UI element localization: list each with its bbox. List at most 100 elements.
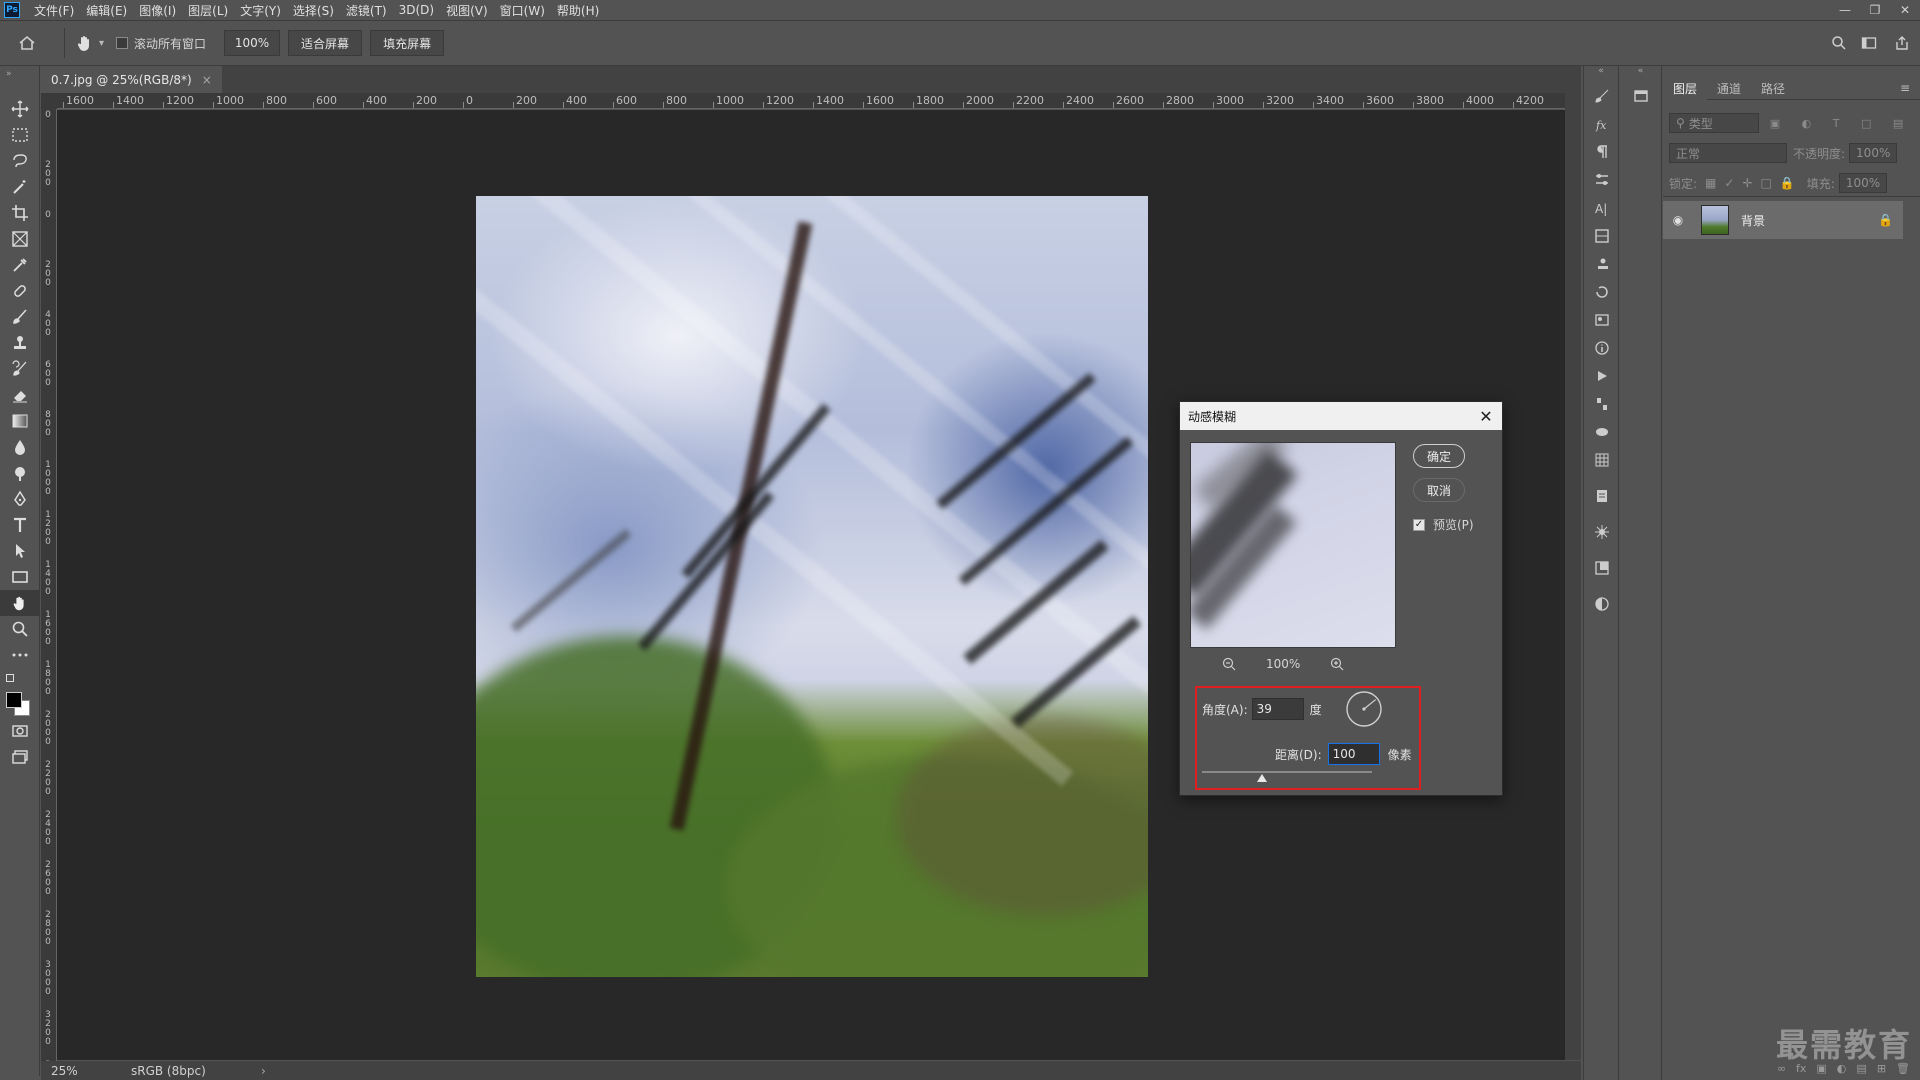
styles-fx-icon[interactable]: fx bbox=[1584, 110, 1620, 138]
opacity-field[interactable]: 100% bbox=[1849, 143, 1898, 163]
filter-preview[interactable] bbox=[1190, 442, 1396, 648]
preview-checkbox-row[interactable]: ✓ 预览(P) bbox=[1413, 516, 1474, 533]
properties-icon[interactable] bbox=[1584, 306, 1620, 334]
vertical-scrollbar[interactable] bbox=[1565, 93, 1581, 1060]
dodge-tool-icon[interactable] bbox=[0, 460, 40, 486]
share-icon[interactable] bbox=[1884, 35, 1920, 51]
menu-select[interactable]: 选择(S) bbox=[293, 2, 334, 19]
zoom-in-icon[interactable] bbox=[1330, 657, 1344, 671]
fill-screen-button[interactable]: 填充屏幕 bbox=[370, 30, 445, 56]
crop-tool-icon[interactable] bbox=[0, 200, 40, 226]
eyedropper-tool-icon[interactable] bbox=[0, 252, 40, 278]
adjustment-filter-icon[interactable]: ◐ bbox=[1802, 117, 1812, 130]
path-selection-tool-icon[interactable] bbox=[0, 538, 40, 564]
fill-field[interactable]: 100% bbox=[1838, 173, 1887, 193]
timeline-icon[interactable] bbox=[1584, 390, 1620, 418]
stamp-tool-icon[interactable] bbox=[0, 330, 40, 356]
layers-group-icon[interactable] bbox=[1620, 82, 1662, 110]
tab-channels[interactable]: 通道 bbox=[1707, 76, 1751, 100]
ok-button[interactable]: 确定 bbox=[1413, 444, 1465, 468]
foreground-color-swatch[interactable] bbox=[6, 692, 22, 708]
menu-layer[interactable]: 图层(L) bbox=[188, 2, 228, 19]
color-icon[interactable] bbox=[1584, 590, 1620, 618]
checkbox-box[interactable] bbox=[116, 37, 129, 49]
preview-checkbox[interactable]: ✓ bbox=[1413, 518, 1425, 531]
lock-icons[interactable]: ▦✓✛□🔒 bbox=[1705, 176, 1803, 190]
layer-comps-icon[interactable] bbox=[1584, 554, 1620, 582]
history-brush-tool-icon[interactable] bbox=[0, 356, 40, 382]
frame-tool-icon[interactable] bbox=[0, 226, 40, 252]
document-tab[interactable]: 0.7.jpg @ 25%(RGB/8*) × bbox=[41, 66, 222, 93]
collapse-arrows-icon[interactable]: « bbox=[1620, 66, 1661, 82]
angle-dial[interactable] bbox=[1345, 690, 1383, 728]
menu-filter[interactable]: 滤镜(T) bbox=[346, 2, 387, 19]
character-icon[interactable]: A| bbox=[1584, 194, 1620, 222]
zoom-level[interactable]: 25% bbox=[41, 1064, 131, 1078]
vertical-ruler[interactable]: 0 2 0 0 0 2 0 0 4 0 0 6 0 0 8 0 0 1 0 0 0 1 2 0 … bbox=[41, 109, 57, 1061]
marquee-tool-icon[interactable] bbox=[0, 122, 40, 148]
3d-icon[interactable] bbox=[1584, 418, 1620, 446]
restore-icon[interactable]: ❐ bbox=[1860, 0, 1890, 20]
hand-tool-preset[interactable]: ▾ bbox=[75, 33, 104, 53]
close-tab-icon[interactable]: × bbox=[202, 73, 212, 87]
type-filter-icon[interactable]: T bbox=[1833, 117, 1840, 130]
magic-wand-tool-icon[interactable] bbox=[0, 174, 40, 200]
menu-edit[interactable]: 编辑(E) bbox=[86, 2, 127, 19]
close-window-icon[interactable]: ✕ bbox=[1890, 0, 1920, 20]
search-icon[interactable] bbox=[1824, 35, 1854, 51]
paragraph-icon[interactable] bbox=[1584, 138, 1620, 166]
document-image[interactable] bbox=[476, 196, 1148, 977]
layer-filter-select[interactable]: ⚲ 类型 bbox=[1669, 113, 1759, 133]
libraries-icon[interactable] bbox=[1584, 222, 1620, 250]
move-tool-icon[interactable] bbox=[0, 96, 40, 122]
chevron-right-icon[interactable]: › bbox=[261, 1064, 266, 1078]
distance-slider-thumb[interactable] bbox=[1256, 774, 1267, 782]
rectangle-tool-icon[interactable] bbox=[0, 564, 40, 590]
clone-source-icon[interactable] bbox=[1584, 250, 1620, 278]
screen-mode-icon[interactable] bbox=[0, 744, 40, 770]
tab-layers[interactable]: 图层 bbox=[1663, 76, 1708, 100]
layer-name[interactable]: 背景 bbox=[1741, 212, 1878, 229]
history-icon[interactable] bbox=[1584, 278, 1620, 306]
notes-icon[interactable] bbox=[1584, 482, 1620, 510]
scroll-all-windows-checkbox[interactable]: 滚动所有窗口 bbox=[116, 35, 206, 52]
menu-type[interactable]: 文字(Y) bbox=[240, 2, 281, 19]
type-tool-icon[interactable] bbox=[0, 512, 40, 538]
close-icon[interactable]: ✕ bbox=[1476, 406, 1496, 426]
layer-row-background[interactable]: ◉ 背景 🔒 bbox=[1663, 201, 1903, 239]
home-icon[interactable] bbox=[0, 34, 54, 52]
info-icon[interactable] bbox=[1584, 334, 1620, 362]
menu-window[interactable]: 窗口(W) bbox=[500, 2, 545, 19]
blend-mode-select[interactable]: 正常 bbox=[1669, 143, 1787, 163]
menu-file[interactable]: 文件(F) bbox=[34, 2, 74, 19]
navigator-icon[interactable] bbox=[1584, 518, 1620, 546]
workspace-icon[interactable] bbox=[1854, 35, 1884, 51]
menu-3d[interactable]: 3D(D) bbox=[399, 3, 434, 17]
brush-settings-icon[interactable] bbox=[1584, 82, 1620, 110]
lasso-tool-icon[interactable] bbox=[0, 148, 40, 174]
healing-brush-tool-icon[interactable] bbox=[0, 278, 40, 304]
fit-screen-button[interactable]: 适合屏幕 bbox=[288, 30, 363, 56]
gradient-tool-icon[interactable] bbox=[0, 408, 40, 434]
brush-tool-icon[interactable] bbox=[0, 304, 40, 330]
distance-input[interactable]: 100 bbox=[1327, 743, 1380, 765]
zoom-100-button[interactable]: 100% bbox=[224, 30, 281, 56]
hand-tool-icon[interactable] bbox=[0, 590, 40, 616]
panel-menu-icon[interactable]: ≡ bbox=[1890, 76, 1920, 100]
actions-play-icon[interactable] bbox=[1584, 362, 1620, 390]
menu-image[interactable]: 图像(I) bbox=[139, 2, 176, 19]
eye-visibility-icon[interactable]: ◉ bbox=[1663, 213, 1693, 227]
menu-view[interactable]: 视图(V) bbox=[446, 2, 488, 19]
smart-object-filter-icon[interactable]: ▤ bbox=[1893, 117, 1903, 130]
minimize-icon[interactable]: — bbox=[1830, 0, 1860, 20]
shape-filter-icon[interactable]: □ bbox=[1861, 117, 1871, 130]
tab-paths[interactable]: 路径 bbox=[1751, 76, 1795, 100]
menu-help[interactable]: 帮助(H) bbox=[557, 2, 599, 19]
blur-tool-icon[interactable] bbox=[0, 434, 40, 460]
collapse-arrows-icon[interactable]: « bbox=[1584, 66, 1618, 82]
eraser-tool-icon[interactable] bbox=[0, 382, 40, 408]
pixel-filter-icon[interactable]: ▣ bbox=[1770, 117, 1780, 130]
zoom-tool-icon[interactable] bbox=[0, 616, 40, 642]
pen-tool-icon[interactable] bbox=[0, 486, 40, 512]
horizontal-ruler[interactable]: 1600 1400 1200 1000 800 600 400 200 0 200 400 600 80… bbox=[57, 93, 1565, 109]
